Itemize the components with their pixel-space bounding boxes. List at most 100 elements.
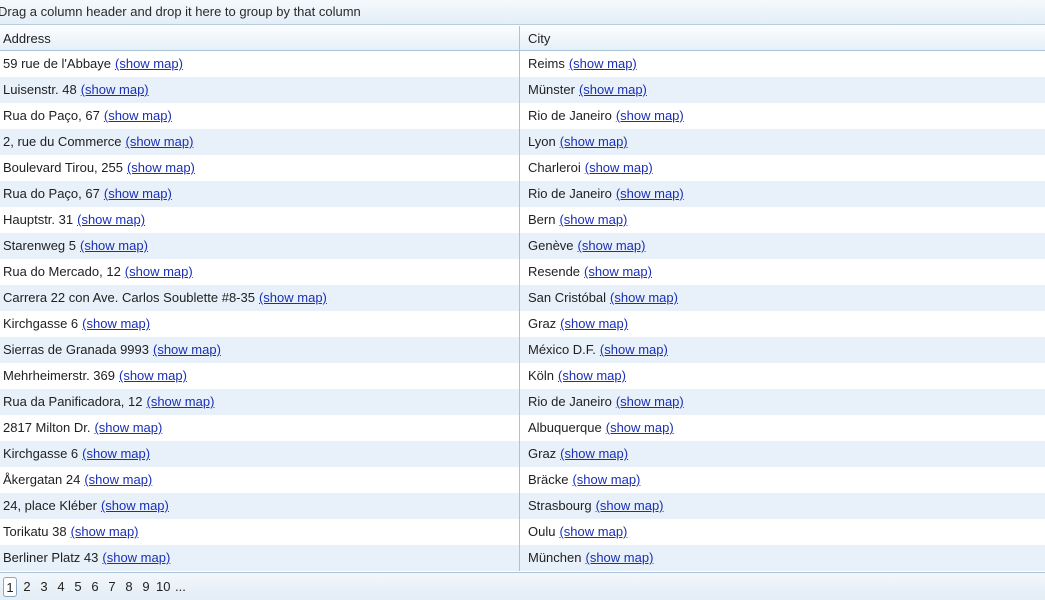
city-cell: Genève (show map) (520, 233, 1045, 259)
table-row[interactable]: Rua do Paço, 67 (show map) Rio de Janeiro (… (0, 103, 1045, 129)
city-text: Bern (528, 212, 556, 227)
table-row[interactable]: Berliner Platz 43 (show map) München (show … (0, 545, 1045, 571)
show-map-link[interactable]: (show map) (104, 108, 172, 123)
city-text: Strasbourg (528, 498, 592, 513)
table-row[interactable]: Rua da Panificadora, 12 (show map) Rio de … (0, 389, 1045, 415)
show-map-link[interactable]: (show map) (94, 420, 162, 435)
address-text: Kirchgasse 6 (3, 316, 79, 331)
pager-page-8[interactable]: 8 (122, 577, 136, 597)
group-by-panel[interactable]: Drag a column header and drop it here to… (0, 0, 1045, 25)
pager-page-5[interactable]: 5 (71, 577, 85, 597)
show-map-link[interactable]: (show map) (585, 160, 653, 175)
city-text: San Cristóbal (528, 290, 607, 305)
group-panel-hint: Drag a column header and drop it here to… (0, 4, 361, 19)
table-row[interactable]: 59 rue de l'Abbaye (show map) Reims (show m… (0, 51, 1045, 77)
city-text: México D.F. (528, 342, 596, 357)
show-map-link[interactable]: (show map) (569, 56, 637, 71)
pager-page-1[interactable]: 1 (3, 576, 17, 597)
show-map-link[interactable]: (show map) (119, 368, 187, 383)
show-map-link[interactable]: (show map) (560, 316, 628, 331)
pager-page-9[interactable]: 9 (139, 577, 153, 597)
show-map-link[interactable]: (show map) (101, 498, 169, 513)
show-map-link[interactable]: (show map) (606, 420, 674, 435)
pager-page-7[interactable]: 7 (105, 577, 119, 597)
address-text: Rua do Mercado, 12 (3, 264, 121, 279)
show-map-link[interactable]: (show map) (127, 160, 195, 175)
address-text: 24, place Kléber (3, 498, 97, 513)
address-text: Mehrheimerstr. 369 (3, 368, 115, 383)
address-text: Boulevard Tirou, 255 (3, 160, 123, 175)
show-map-link[interactable]: (show map) (126, 134, 194, 149)
address-cell: Rua do Mercado, 12 (show map) (0, 259, 520, 285)
show-map-link[interactable]: (show map) (77, 212, 145, 227)
show-map-link[interactable]: (show map) (102, 550, 170, 565)
table-row[interactable]: Luisenstr. 48 (show map) Münster (show map) (0, 77, 1045, 103)
pager-page-10[interactable]: 10 (156, 577, 170, 597)
show-map-link[interactable]: (show map) (259, 290, 327, 305)
pager-page-2[interactable]: 2 (20, 577, 34, 597)
pager-page-4[interactable]: 4 (54, 577, 68, 597)
show-map-link[interactable]: (show map) (579, 82, 647, 97)
table-row[interactable]: 2817 Milton Dr. (show map) Albuquerque (sho… (0, 415, 1045, 441)
show-map-link[interactable]: (show map) (84, 472, 152, 487)
show-map-link[interactable]: (show map) (616, 394, 684, 409)
pager-page-6[interactable]: 6 (88, 577, 102, 597)
show-map-link[interactable]: (show map) (559, 212, 627, 227)
show-map-link[interactable]: (show map) (115, 56, 183, 71)
show-map-link[interactable]: (show map) (616, 108, 684, 123)
show-map-link[interactable]: (show map) (600, 342, 668, 357)
column-header-city[interactable]: City (520, 26, 1045, 50)
show-map-link[interactable]: (show map) (146, 394, 214, 409)
table-row[interactable]: 2, rue du Commerce (show map) Lyon (show ma… (0, 129, 1045, 155)
address-text: Hauptstr. 31 (3, 212, 74, 227)
show-map-link[interactable]: (show map) (558, 368, 626, 383)
show-map-link[interactable]: (show map) (559, 524, 627, 539)
address-cell: Luisenstr. 48 (show map) (0, 77, 520, 103)
show-map-link[interactable]: (show map) (125, 264, 193, 279)
show-map-link[interactable]: (show map) (596, 498, 664, 513)
show-map-link[interactable]: (show map) (616, 186, 684, 201)
show-map-link[interactable]: (show map) (610, 290, 678, 305)
table-row[interactable]: Åkergatan 24 (show map) Bräcke (show map) (0, 467, 1045, 493)
city-cell: Graz (show map) (520, 311, 1045, 337)
table-row[interactable]: Rua do Paço, 67 (show map) Rio de Janeiro (… (0, 181, 1045, 207)
table-row[interactable]: Kirchgasse 6 (show map) Graz (show map) (0, 441, 1045, 467)
table-row[interactable]: Starenweg 5 (show map) Genève (show map) (0, 233, 1045, 259)
address-cell: Kirchgasse 6 (show map) (0, 311, 520, 337)
show-map-link[interactable]: (show map) (81, 82, 149, 97)
city-cell: Albuquerque (show map) (520, 415, 1045, 441)
table-row[interactable]: Torikatu 38 (show map) Oulu (show map) (0, 519, 1045, 545)
show-map-link[interactable]: (show map) (80, 238, 148, 253)
table-row[interactable]: Rua do Mercado, 12 (show map) Resende (show… (0, 259, 1045, 285)
show-map-link[interactable]: (show map) (82, 446, 150, 461)
city-text: Graz (528, 446, 557, 461)
pager-page-3[interactable]: 3 (37, 577, 51, 597)
show-map-link[interactable]: (show map) (584, 264, 652, 279)
show-map-link[interactable]: (show map) (560, 446, 628, 461)
table-row[interactable]: Kirchgasse 6 (show map) Graz (show map) (0, 311, 1045, 337)
table-row[interactable]: 24, place Kléber (show map) Strasbourg (sho… (0, 493, 1045, 519)
column-header-address[interactable]: Address (0, 26, 520, 50)
header-row: Address City (0, 25, 1045, 51)
address-text: Luisenstr. 48 (3, 82, 77, 97)
city-text: Graz (528, 316, 557, 331)
address-cell: 59 rue de l'Abbaye (show map) (0, 51, 520, 77)
city-text: Rio de Janeiro (528, 108, 612, 123)
address-cell: 24, place Kléber (show map) (0, 493, 520, 519)
show-map-link[interactable]: (show map) (71, 524, 139, 539)
table-row[interactable]: Boulevard Tirou, 255 (show map) Charleroi (… (0, 155, 1045, 181)
show-map-link[interactable]: (show map) (572, 472, 640, 487)
table-row[interactable]: Mehrheimerstr. 369 (show map) Köln (show ma… (0, 363, 1045, 389)
show-map-link[interactable]: (show map) (104, 186, 172, 201)
show-map-link[interactable]: (show map) (153, 342, 221, 357)
show-map-link[interactable]: (show map) (585, 550, 653, 565)
table-row[interactable]: Carrera 22 con Ave. Carlos Soublette #8-… (0, 285, 1045, 311)
pager-more[interactable]: ... (173, 577, 187, 597)
show-map-link[interactable]: (show map) (560, 134, 628, 149)
show-map-link[interactable]: (show map) (82, 316, 150, 331)
show-map-link[interactable]: (show map) (578, 238, 646, 253)
table-row[interactable]: Sierras de Granada 9993 (show map) México … (0, 337, 1045, 363)
table-row[interactable]: Hauptstr. 31 (show map) Bern (show map) (0, 207, 1045, 233)
address-cell: Torikatu 38 (show map) (0, 519, 520, 545)
city-cell: Lyon (show map) (520, 129, 1045, 155)
